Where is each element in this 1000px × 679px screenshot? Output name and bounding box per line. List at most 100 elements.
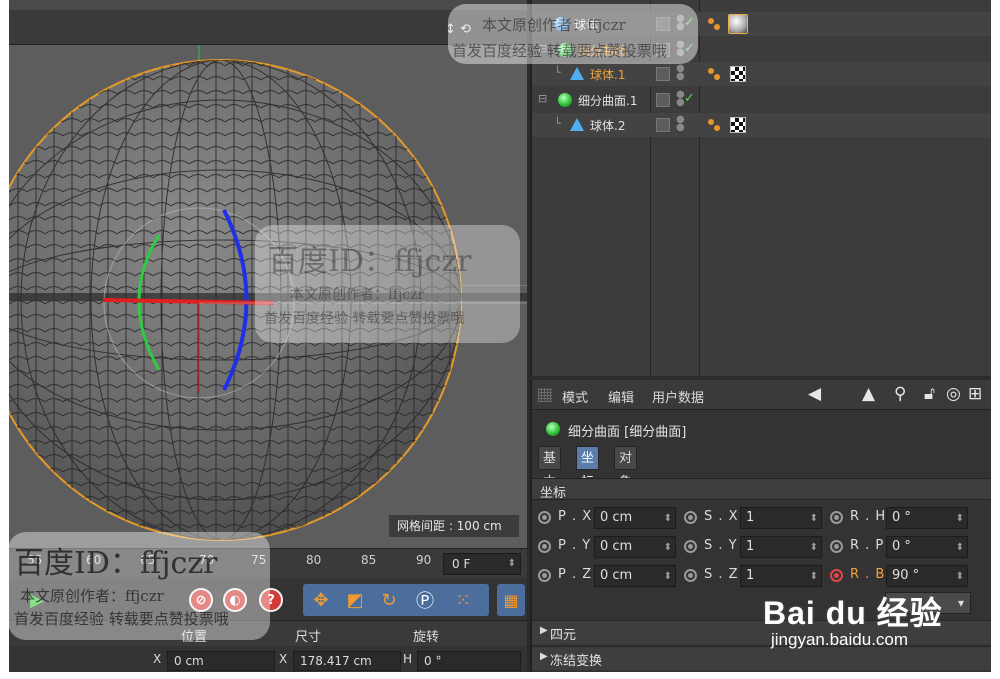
tree-branch-icon: └ xyxy=(554,117,561,130)
rb-label: R . B xyxy=(850,567,886,582)
px-field[interactable]: 0 cm xyxy=(594,507,676,529)
sz-label: S . Z xyxy=(704,567,739,582)
object-title-text: 细分曲面 [细分曲面] xyxy=(568,425,687,440)
watermark-line2: 首发百度经验 转载要点赞投票哦 xyxy=(264,311,465,327)
new-panel-icon[interactable]: ⊞ xyxy=(968,384,982,404)
animate-radio-keyed-icon[interactable] xyxy=(830,569,843,582)
pz-field[interactable]: 0 cm xyxy=(594,565,676,587)
px-label: P . X xyxy=(558,509,593,524)
menu-user-data[interactable]: 用户数据 xyxy=(652,387,704,406)
tab-coord[interactable]: 坐标 xyxy=(576,446,600,490)
up-arrow-icon[interactable]: ▲ xyxy=(862,384,875,404)
object-row-sphere-1[interactable]: └ 球体.1 ● ● xyxy=(532,62,991,86)
section-title: 坐标 xyxy=(540,486,567,501)
animate-radio-icon[interactable] xyxy=(538,569,551,582)
tree-expand-icon[interactable]: ⊟ xyxy=(538,92,547,105)
layer-icon[interactable] xyxy=(656,67,670,81)
fold-arrow-icon: ▶ xyxy=(540,651,548,662)
sz-field[interactable]: 1 xyxy=(740,565,822,587)
animate-radio-icon[interactable] xyxy=(538,511,551,524)
watermark-line2: 首发百度经验 转载要点赞投票哦 xyxy=(452,42,667,60)
search-icon[interactable]: ⚲ xyxy=(894,384,906,404)
subdivision-icon xyxy=(546,422,560,436)
animate-radio-icon[interactable] xyxy=(684,569,697,582)
checker-material-tag-icon[interactable] xyxy=(730,66,746,82)
menu-mode[interactable]: 模式 xyxy=(562,387,588,406)
current-frame-field[interactable]: 0 F xyxy=(443,553,521,575)
sy-label: S . Y xyxy=(704,538,738,553)
rp-field[interactable]: 0 ° xyxy=(886,536,968,558)
grip-icon[interactable] xyxy=(538,388,552,402)
enabled-check-icon[interactable]: ✓ xyxy=(684,91,695,106)
animate-radio-icon[interactable] xyxy=(830,511,843,524)
tab-object[interactable]: 对象 xyxy=(614,446,638,490)
rotation-h-field[interactable]: 0 ° xyxy=(417,651,521,671)
primitive-icon xyxy=(570,118,584,131)
object-name[interactable]: 球体.1 xyxy=(590,66,625,83)
rp-label: R . P xyxy=(850,538,885,553)
sx-label: S . X xyxy=(704,509,739,524)
animate-radio-icon[interactable] xyxy=(538,540,551,553)
viewport-toolbar-strip xyxy=(9,0,527,10)
tick-label: 80 xyxy=(306,553,322,567)
tool-group: ✥ ◩ ↻ Ⓟ ⁙ xyxy=(303,584,489,616)
coord-header-rotation: 旋转 xyxy=(413,630,440,645)
primitive-icon xyxy=(570,67,584,80)
coord-manager-row: X 0 cm X 178.417 cm H 0 ° xyxy=(9,646,527,672)
baidu-jingyan-logo: Bai du 经验 jingyan.baidu.com xyxy=(763,588,943,649)
move-tool-icon[interactable]: ✥ xyxy=(307,586,335,614)
phong-tag-icon[interactable] xyxy=(708,119,722,133)
py-field[interactable]: 0 cm xyxy=(594,536,676,558)
menu-edit[interactable]: 编辑 xyxy=(608,387,634,406)
fold-arrow-icon: ▶ xyxy=(540,625,548,636)
phong-tag-icon[interactable] xyxy=(708,68,722,82)
fold-freeze-transform[interactable]: ▶ 冻结变换 xyxy=(532,646,991,670)
rot-h-label: H xyxy=(403,652,413,666)
animate-radio-icon[interactable] xyxy=(684,540,697,553)
coord-row-z: P . Z 0 cm S . Z 1 R . B 90 ° xyxy=(532,562,991,588)
parameter-icon[interactable]: Ⓟ xyxy=(411,586,439,614)
object-name[interactable]: 球体.2 xyxy=(590,117,625,134)
layer-icon[interactable] xyxy=(656,118,670,132)
watermark-line1: 本文原创作者：ffjczr xyxy=(20,587,164,605)
film-icon[interactable]: ▦ xyxy=(497,584,525,616)
coord-x-label: X xyxy=(153,652,162,666)
section-header-coord: 坐标 xyxy=(532,478,991,501)
phong-tag-icon[interactable] xyxy=(708,18,722,32)
position-x-field[interactable]: 0 cm xyxy=(167,651,275,671)
tick-label: 85 xyxy=(361,553,377,567)
object-row-subdivision-1[interactable]: ⊟ 细分曲面.1 ● ● ✓ xyxy=(532,88,991,112)
coord-row-x: P . X 0 cm S . X 1 R . H 0 ° xyxy=(532,504,991,530)
object-row-sphere-2[interactable]: └ 球体.2 ● ● xyxy=(532,113,991,137)
point-grid-icon[interactable]: ⁙ xyxy=(449,586,477,614)
lock-icon[interactable]: 🔓︎ xyxy=(924,384,935,404)
rotate-tool-icon[interactable]: ↻ xyxy=(375,586,403,614)
watermark-line1: 本文原创作者：ffjczr xyxy=(482,16,626,34)
tab-basic[interactable]: 基本 xyxy=(538,446,562,490)
subdivision-icon xyxy=(558,93,572,107)
grid-spacing-label: 网格间距 : 100 cm xyxy=(389,515,519,537)
material-tag-icon[interactable] xyxy=(728,14,748,34)
rb-field[interactable]: 90 ° xyxy=(886,565,968,587)
size-x-field[interactable]: 178.417 cm xyxy=(293,651,401,671)
rh-field[interactable]: 0 ° xyxy=(886,507,968,529)
scale-tool-icon[interactable]: ◩ xyxy=(341,586,369,614)
visibility-dots-icon[interactable]: ● ● xyxy=(676,64,685,82)
animate-radio-icon[interactable] xyxy=(830,540,843,553)
watermark-id: 百度ID：ffjczr xyxy=(268,244,472,279)
tick-label: 90 xyxy=(416,553,432,567)
rh-label: R . H xyxy=(850,509,887,524)
object-name[interactable]: 细分曲面.1 xyxy=(578,92,637,109)
animate-radio-icon[interactable] xyxy=(684,511,697,524)
target-icon[interactable]: ◎ xyxy=(946,384,961,404)
back-arrow-icon[interactable]: ◀ xyxy=(808,384,821,404)
layer-icon[interactable] xyxy=(656,93,670,107)
checker-material-tag-icon[interactable] xyxy=(730,117,746,133)
sx-field[interactable]: 1 xyxy=(740,507,822,529)
baidu-url: jingyan.baidu.com xyxy=(771,630,909,649)
visibility-dots-icon[interactable]: ● ● xyxy=(676,115,685,133)
sy-field[interactable]: 1 xyxy=(740,536,822,558)
watermark-id: 百度ID：ffjczr xyxy=(14,546,218,581)
py-label: P . Y xyxy=(558,538,592,553)
attribute-menu-bar: 模式 编辑 用户数据 ◀ ▲ ⚲ 🔓︎ ◎ ⊞ xyxy=(532,380,991,410)
